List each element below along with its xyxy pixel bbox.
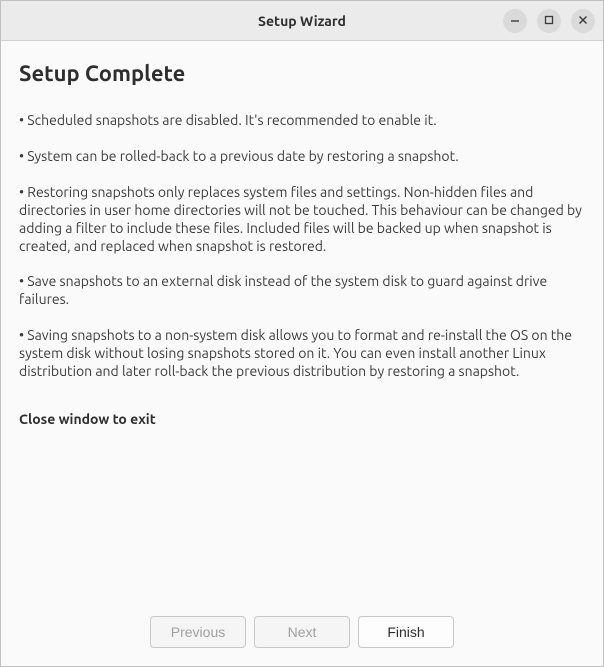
previous-button[interactable]: Previous [150, 616, 246, 648]
maximize-button[interactable] [537, 9, 561, 33]
setup-wizard-window: Setup Wizard Setup Complete • Scheduled … [0, 0, 604, 667]
minimize-button[interactable] [503, 9, 527, 33]
footer-buttons: Previous Next Finish [1, 602, 603, 666]
titlebar: Setup Wizard [1, 1, 603, 41]
window-controls [503, 9, 595, 33]
info-bullet: • System can be rolled-back to a previou… [19, 148, 585, 166]
maximize-icon [544, 13, 554, 28]
info-bullet: • Restoring snapshots only replaces syst… [19, 184, 585, 256]
content-area: Setup Complete • Scheduled snapshots are… [1, 41, 603, 602]
finish-button[interactable]: Finish [358, 616, 454, 648]
info-bullet: • Save snapshots to an external disk ins… [19, 273, 585, 309]
minimize-icon [510, 13, 520, 28]
info-bullet: • Saving snapshots to a non-system disk … [19, 327, 585, 381]
exit-message: Close window to exit [19, 411, 585, 427]
info-bullet: • Scheduled snapshots are disabled. It's… [19, 112, 585, 130]
close-icon [578, 13, 588, 28]
next-button[interactable]: Next [254, 616, 350, 648]
close-button[interactable] [571, 9, 595, 33]
page-heading: Setup Complete [19, 61, 585, 86]
